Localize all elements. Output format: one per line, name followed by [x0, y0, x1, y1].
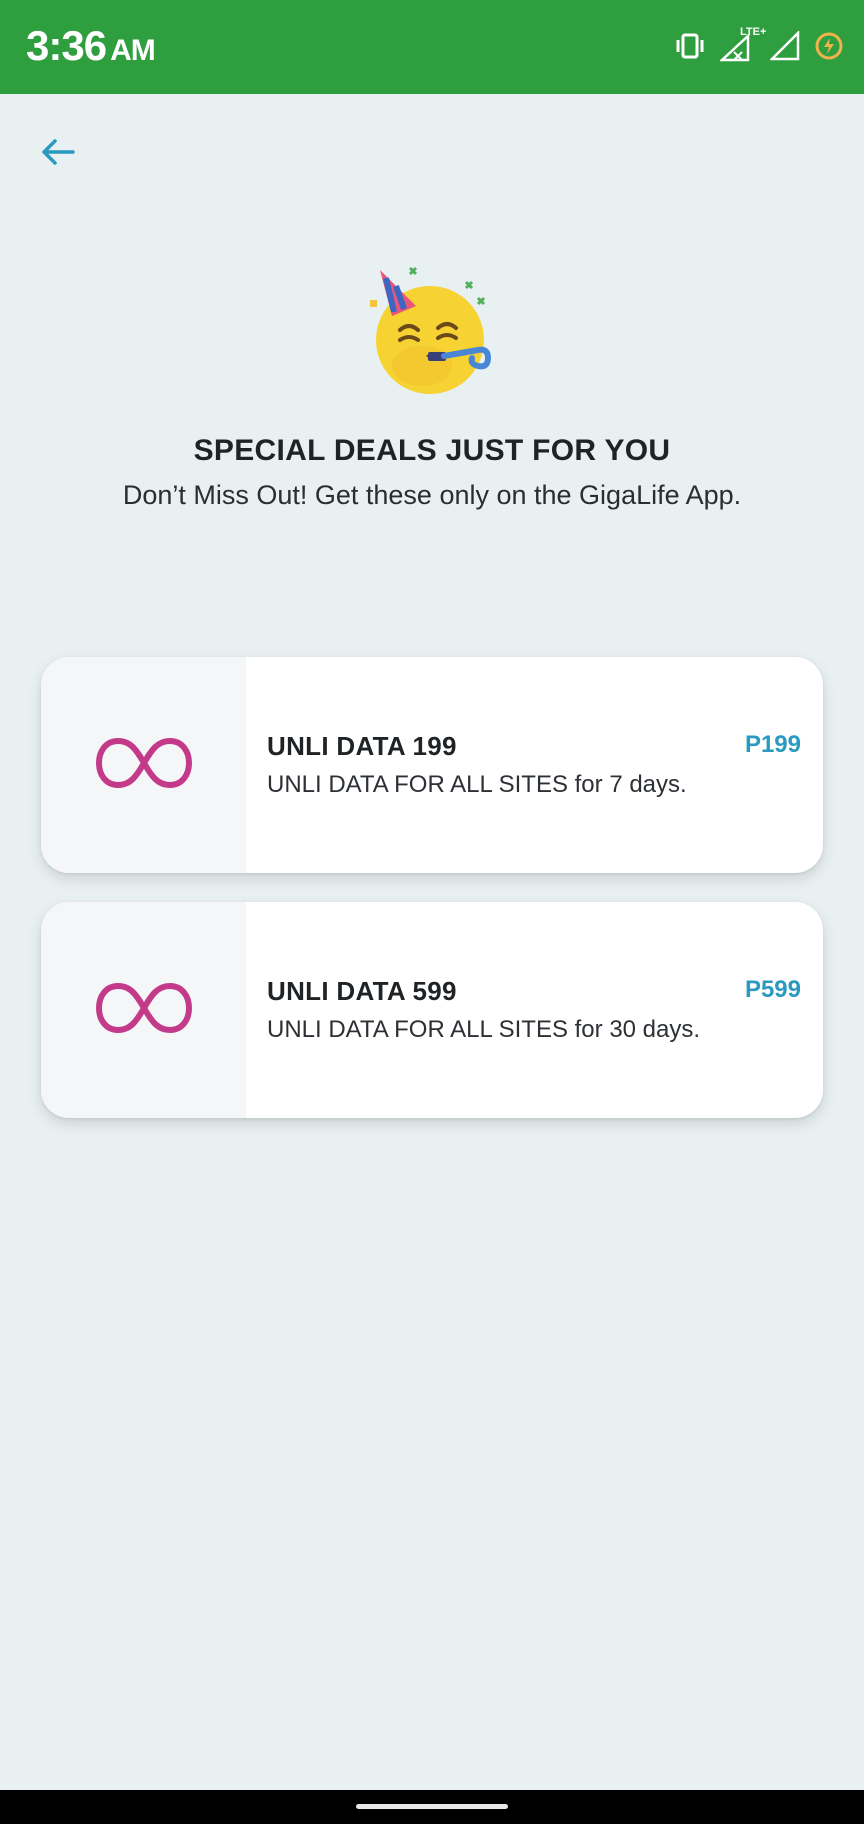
network-type-label: LTE+ — [740, 26, 767, 38]
status-bar: 3:36 AM LTE+ — [0, 0, 864, 94]
infinity-icon — [95, 980, 192, 1041]
arrow-left-icon — [40, 137, 76, 172]
infinity-icon — [95, 735, 192, 796]
deal-description: UNLI DATA FOR ALL SITES for 30 days. — [267, 1016, 701, 1043]
deal-icon-panel — [41, 657, 246, 873]
deal-title: UNLI DATA 599 — [267, 976, 457, 1006]
deal-price: P599 — [744, 976, 801, 1003]
battery-saver-icon — [814, 31, 844, 61]
page-title: SPECIAL DEALS JUST FOR YOU — [193, 434, 671, 467]
deal-price: P199 — [744, 731, 801, 758]
status-time: 3:36 AM — [26, 22, 156, 70]
signal-lte-icon: LTE+ — [720, 26, 766, 62]
deal-card-unli-data-599[interactable]: UNLI DATA 599 UNLI DATA FOR ALL SITES fo… — [41, 902, 823, 1118]
clock-ampm: AM — [110, 34, 156, 67]
status-icons: LTE+ — [674, 26, 844, 62]
deal-card-unli-data-199[interactable]: UNLI DATA 199 UNLI DATA FOR ALL SITES fo… — [41, 657, 823, 873]
vibrate-icon — [674, 33, 706, 59]
party-face-icon — [366, 266, 502, 396]
back-button[interactable] — [36, 134, 80, 174]
system-nav-bar — [0, 1790, 864, 1824]
page-subtitle: Don’t Miss Out! Get these only on the Gi… — [122, 480, 742, 510]
signal-icon — [770, 31, 800, 61]
deal-description: UNLI DATA FOR ALL SITES for 7 days. — [267, 771, 687, 798]
deal-icon-panel — [41, 902, 246, 1118]
clock-time: 3:36 — [26, 22, 107, 69]
deal-title: UNLI DATA 199 — [267, 731, 457, 761]
home-gesture-handle[interactable] — [356, 1804, 508, 1809]
